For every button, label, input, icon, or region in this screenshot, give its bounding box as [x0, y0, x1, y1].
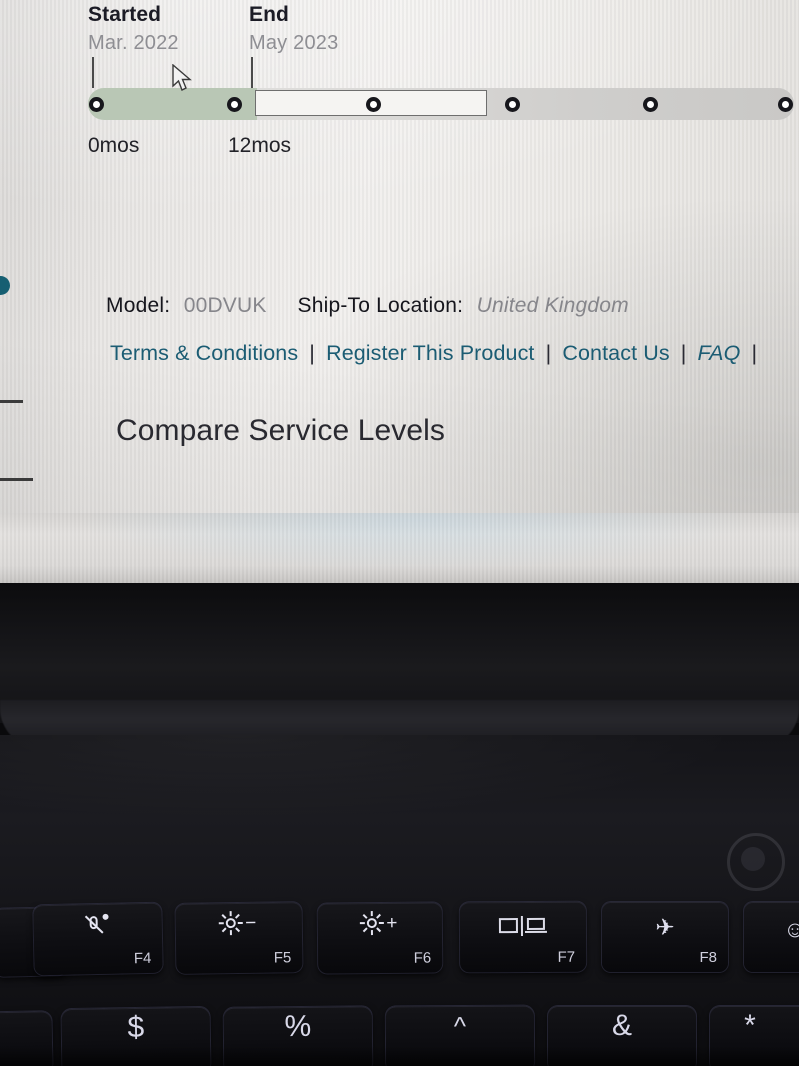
timeline-tick-start [92, 57, 94, 88]
timeline-end-date: May 2023 [249, 32, 339, 54]
key-f8-label: F8 [699, 949, 717, 966]
shipto-value: United Kingdom [476, 294, 629, 317]
link-separator: | [545, 341, 552, 365]
compare-service-levels-heading[interactable]: Compare Service Levels [116, 414, 445, 448]
airplane-mode-icon: ✈ [655, 914, 675, 940]
key-number-4-symbol: $ [127, 1010, 145, 1045]
link-register-this-product[interactable]: Register This Product [326, 341, 534, 365]
cut-off-status-dot-icon [0, 276, 10, 295]
timeline-axis-0mos: 0mos [88, 134, 140, 157]
timeline-marker[interactable] [227, 97, 242, 112]
model-label: Model: [106, 294, 171, 317]
timeline-axis-12mos: 12mos [228, 134, 292, 157]
product-info-row: Model: 00DVUK Ship-To Location: United K… [106, 294, 629, 318]
key-number-7-symbol: & [611, 1009, 632, 1042]
mouse-cursor-icon [172, 64, 192, 91]
timeline-marker[interactable] [366, 97, 381, 112]
key-f4-label: F4 [133, 949, 152, 968]
link-separator: | [309, 341, 315, 365]
timeline-marker[interactable] [89, 97, 104, 112]
deck-light-reflection [0, 735, 799, 855]
key-f8[interactable]: ✈ F8 [602, 902, 728, 972]
brightness-down-icon: − [176, 911, 302, 940]
link-separator: | [751, 341, 758, 365]
link-terms-and-conditions[interactable]: Terms & Conditions [110, 341, 298, 365]
support-links-row: Terms & Conditions | Register This Produ… [110, 341, 762, 366]
key-f9[interactable]: ☺ [744, 902, 799, 972]
timeline-started-label: Started [88, 3, 162, 26]
timeline-marker[interactable] [778, 97, 793, 112]
key-number-8-symbol: * [744, 1009, 756, 1042]
key-f6[interactable]: + F6 [317, 902, 443, 974]
cut-off-rule-upper [0, 400, 23, 403]
timeline-started-date: Mar. 2022 [88, 32, 179, 54]
timeline-marker[interactable] [643, 97, 658, 112]
link-faq[interactable]: FAQ [698, 341, 741, 365]
brightness-up-icon: + [318, 911, 442, 939]
key-f6-label: F6 [413, 949, 432, 967]
microphone-mute-icon [33, 913, 162, 947]
key-number-6-symbol: ^ [453, 1010, 467, 1042]
laptop-display: Started Mar. 2022 End May 2023 0mos 12mo… [0, 0, 799, 513]
windows-taskbar: Search [0, 513, 799, 583]
cut-off-rule-lower [0, 478, 33, 481]
key-f4[interactable]: F4 [33, 902, 163, 976]
display-switch-icon [460, 916, 586, 942]
power-button-icon[interactable] [741, 847, 765, 871]
key-number-5-symbol: % [284, 1009, 312, 1044]
timeline-tick-end [251, 57, 253, 88]
emoji-face-icon: ☺ [783, 916, 799, 942]
link-contact-us[interactable]: Contact Us [562, 341, 669, 365]
shipto-label: Ship-To Location: [297, 294, 464, 317]
timeline-marker[interactable] [505, 97, 520, 112]
key-f5[interactable]: − F5 [175, 902, 303, 974]
key-f7[interactable]: F7 [459, 901, 587, 973]
link-separator: | [680, 341, 687, 365]
bottom-vignette [0, 1046, 799, 1066]
key-f5-label: F5 [273, 949, 292, 967]
key-f7-label: F7 [557, 948, 576, 966]
model-value: 00DVUK [183, 294, 267, 317]
warranty-page: Started Mar. 2022 End May 2023 0mos 12mo… [0, 0, 799, 513]
timeline-end-label: End [249, 3, 289, 26]
photo-of-laptop-screen: Started Mar. 2022 End May 2023 0mos 12mo… [0, 0, 799, 1066]
